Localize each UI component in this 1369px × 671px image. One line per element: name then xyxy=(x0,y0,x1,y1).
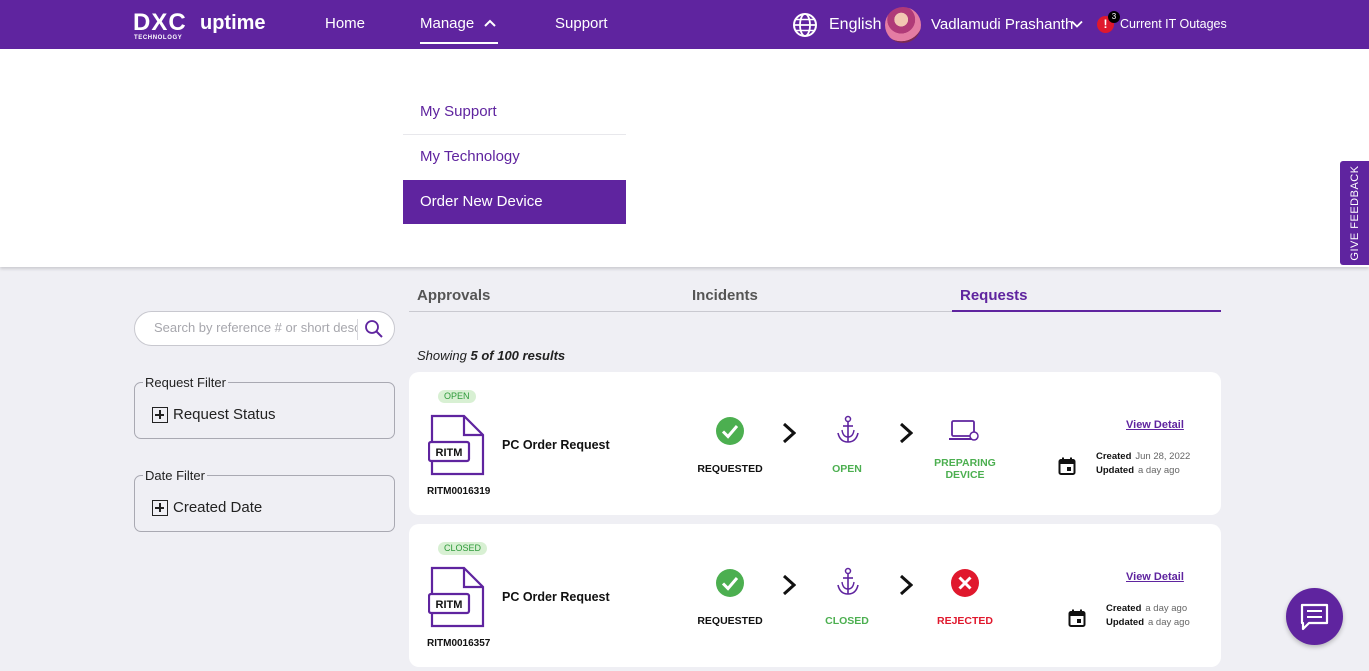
menu-item-order-new-device[interactable]: Order New Device xyxy=(403,180,626,224)
created-value: Jun 28, 2022 xyxy=(1135,451,1191,462)
request-title: PC Order Request xyxy=(502,438,610,452)
results-count: Showing 5 of 100 results xyxy=(417,348,565,363)
chevron-right-icon xyxy=(899,422,913,444)
menu-item-my-technology[interactable]: My Technology xyxy=(403,148,626,178)
logo-mark: DXC xyxy=(133,9,187,36)
check-circle-icon xyxy=(716,569,744,597)
search-input[interactable] xyxy=(154,320,357,335)
updated-value: a day ago xyxy=(1148,617,1190,628)
app-name: uptime xyxy=(200,12,266,34)
created-date-filter[interactable]: Created Date xyxy=(173,499,262,516)
search-icon[interactable] xyxy=(364,319,384,339)
results-prefix: Showing xyxy=(417,348,467,363)
created-label: Created xyxy=(1096,451,1132,462)
step-label-preparing-device: PREPARING DEVICE xyxy=(934,457,996,481)
give-feedback-tab[interactable]: GIVE FEEDBACK xyxy=(1340,161,1369,265)
avatar[interactable] xyxy=(885,7,921,43)
request-title: PC Order Request xyxy=(502,590,610,604)
chevron-up-icon xyxy=(484,19,497,27)
give-feedback-label: GIVE FEEDBACK xyxy=(1348,165,1361,261)
chevron-right-icon xyxy=(899,574,913,596)
expand-plus-icon[interactable] xyxy=(152,407,168,423)
globe-icon[interactable] xyxy=(792,12,818,38)
menu-item-my-support[interactable]: My Support xyxy=(403,97,626,135)
request-card[interactable]: CLOSED RITM RITM0016357 PC Order Request… xyxy=(409,524,1221,667)
tab-requests[interactable]: Requests xyxy=(960,287,1028,304)
updated-label: Updated xyxy=(1096,465,1134,476)
request-number[interactable]: RITM0016319 xyxy=(427,486,490,497)
view-detail-link[interactable]: View Detail xyxy=(1126,571,1184,583)
step-label-open: OPEN xyxy=(832,463,862,475)
date-filter-group: Date Filter Created Date xyxy=(134,468,395,532)
status-badge: CLOSED xyxy=(438,542,488,555)
chevron-right-icon xyxy=(782,422,796,444)
created-label: Created xyxy=(1106,603,1142,614)
updated-value: a day ago xyxy=(1138,465,1180,476)
step-label-rejected: REJECTED xyxy=(936,615,993,627)
tab-incidents[interactable]: Incidents xyxy=(692,287,758,304)
results-count-value: 5 of 100 results xyxy=(470,348,566,363)
current-it-outages-link[interactable]: Current IT Outages xyxy=(1120,17,1227,31)
chat-button[interactable] xyxy=(1286,588,1343,645)
request-dates: Created a day ago Updated a day ago xyxy=(1106,602,1190,630)
document-icon: RITM xyxy=(428,414,485,476)
document-icon-text: RITM xyxy=(436,447,463,459)
created-value: a day ago xyxy=(1145,603,1188,614)
status-badge: OPEN xyxy=(438,390,476,403)
nav-home[interactable]: Home xyxy=(325,15,365,32)
nav-manage-label: Manage xyxy=(420,15,475,32)
calendar-icon xyxy=(1058,457,1076,475)
view-detail-link[interactable]: View Detail xyxy=(1126,419,1184,431)
request-filter-group: Request Filter Request Status xyxy=(134,375,395,439)
nav-support[interactable]: Support xyxy=(555,15,608,32)
manage-dropdown-menu: My Support My Technology Order New Devic… xyxy=(0,49,1369,267)
tab-active-underline xyxy=(952,310,1221,312)
laptop-icon xyxy=(949,420,979,441)
date-filter-legend: Date Filter xyxy=(143,468,207,483)
user-name[interactable]: Vadlamudi Prashanth xyxy=(931,16,1073,33)
language-selector[interactable]: English xyxy=(829,16,881,34)
anchor-icon xyxy=(837,567,859,595)
updated-label: Updated xyxy=(1106,617,1144,628)
top-navigation-bar: DXC TECHNOLOGY uptime Home Manage Suppor… xyxy=(0,0,1369,49)
x-circle-icon xyxy=(951,569,979,597)
chat-icon xyxy=(1300,603,1329,631)
chevron-right-icon xyxy=(782,574,796,596)
step-label-requested: REQUESTED xyxy=(697,615,763,627)
request-status-filter[interactable]: Request Status xyxy=(173,406,276,423)
document-icon: RITM xyxy=(428,566,485,628)
calendar-icon xyxy=(1068,609,1086,627)
request-card[interactable]: OPEN RITM RITM0016319 PC Order Request R… xyxy=(409,372,1221,515)
step-label-closed: CLOSED xyxy=(825,615,869,627)
nav-active-underline xyxy=(420,42,498,44)
request-number[interactable]: RITM0016357 xyxy=(427,638,490,649)
step-label-requested: REQUESTED xyxy=(697,463,763,475)
expand-plus-icon[interactable] xyxy=(152,500,168,516)
search-box xyxy=(134,311,395,346)
tab-approvals[interactable]: Approvals xyxy=(417,287,490,304)
document-icon-text: RITM xyxy=(436,599,463,611)
anchor-icon xyxy=(837,415,859,443)
nav-manage[interactable]: Manage xyxy=(420,15,497,32)
request-filter-legend: Request Filter xyxy=(143,375,228,390)
request-dates: Created Jun 28, 2022 Updated a day ago xyxy=(1096,450,1190,478)
chevron-down-icon[interactable] xyxy=(1070,17,1084,31)
check-circle-icon xyxy=(716,417,744,445)
search-divider xyxy=(357,319,358,340)
outage-count-badge: 3 xyxy=(1108,11,1120,23)
logo-subtitle: TECHNOLOGY xyxy=(134,35,183,41)
